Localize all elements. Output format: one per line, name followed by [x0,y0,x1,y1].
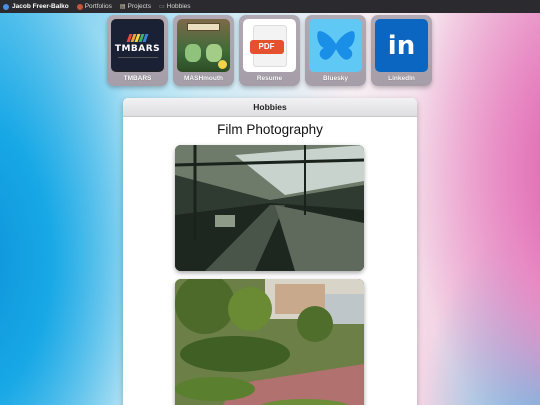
tile-label: MASHmouth [184,75,223,82]
hillside-garden-photo[interactable] [175,279,364,405]
butterfly-icon [309,19,362,72]
portfolio-icon [76,3,83,10]
pdf-icon: PDF [243,19,296,72]
mashmouth-logo [177,19,230,72]
tile-label: TMBARS [123,75,152,82]
linkedin-icon: in [375,19,428,72]
nav-label: Hobbies [166,3,191,10]
nav-item-portfolios[interactable]: Portfolios [76,3,112,10]
clipboard-icon: ▤ [119,3,126,10]
tile-label: LinkedIn [388,75,415,82]
globe-icon [3,3,9,10]
panel-title: Hobbies [123,98,417,117]
gamepad-icon: ▭ [158,3,165,10]
tmbars-logo-text: TMBARS [114,43,161,54]
pdf-badge: PDF [249,39,284,54]
site-brand[interactable]: Jacob Freer-Balko [3,3,69,10]
tile-resume[interactable]: PDF Resume [239,15,300,86]
train-station-photo[interactable] [175,145,364,271]
tile-label: Bluesky [323,75,348,82]
linkedin-logo-text: in [387,30,416,61]
tile-label: Resume [256,75,283,82]
nav-label: Projects [127,3,151,10]
brand-label: Jacob Freer-Balko [12,3,69,10]
nav-item-projects[interactable]: ▤ Projects [120,3,151,10]
tile-mashmouth[interactable]: MASHmouth [173,15,234,86]
tmbars-logo: TMBARS [111,19,164,72]
tile-tmbars[interactable]: TMBARS TMBARS [107,15,168,86]
nav-item-hobbies[interactable]: ▭ Hobbies [159,3,191,10]
nav-label: Portfolios [84,3,112,10]
top-menu-bar: Jacob Freer-Balko Portfolios ▤ Projects … [0,0,540,13]
link-tiles: TMBARS TMBARS MASHmouth PDF Resume Blues… [107,15,432,86]
section-title: Film Photography [217,122,323,137]
hobbies-panel: Hobbies Film Photography [123,98,417,405]
tile-linkedin[interactable]: in LinkedIn [371,15,432,86]
tile-bluesky[interactable]: Bluesky [305,15,366,86]
